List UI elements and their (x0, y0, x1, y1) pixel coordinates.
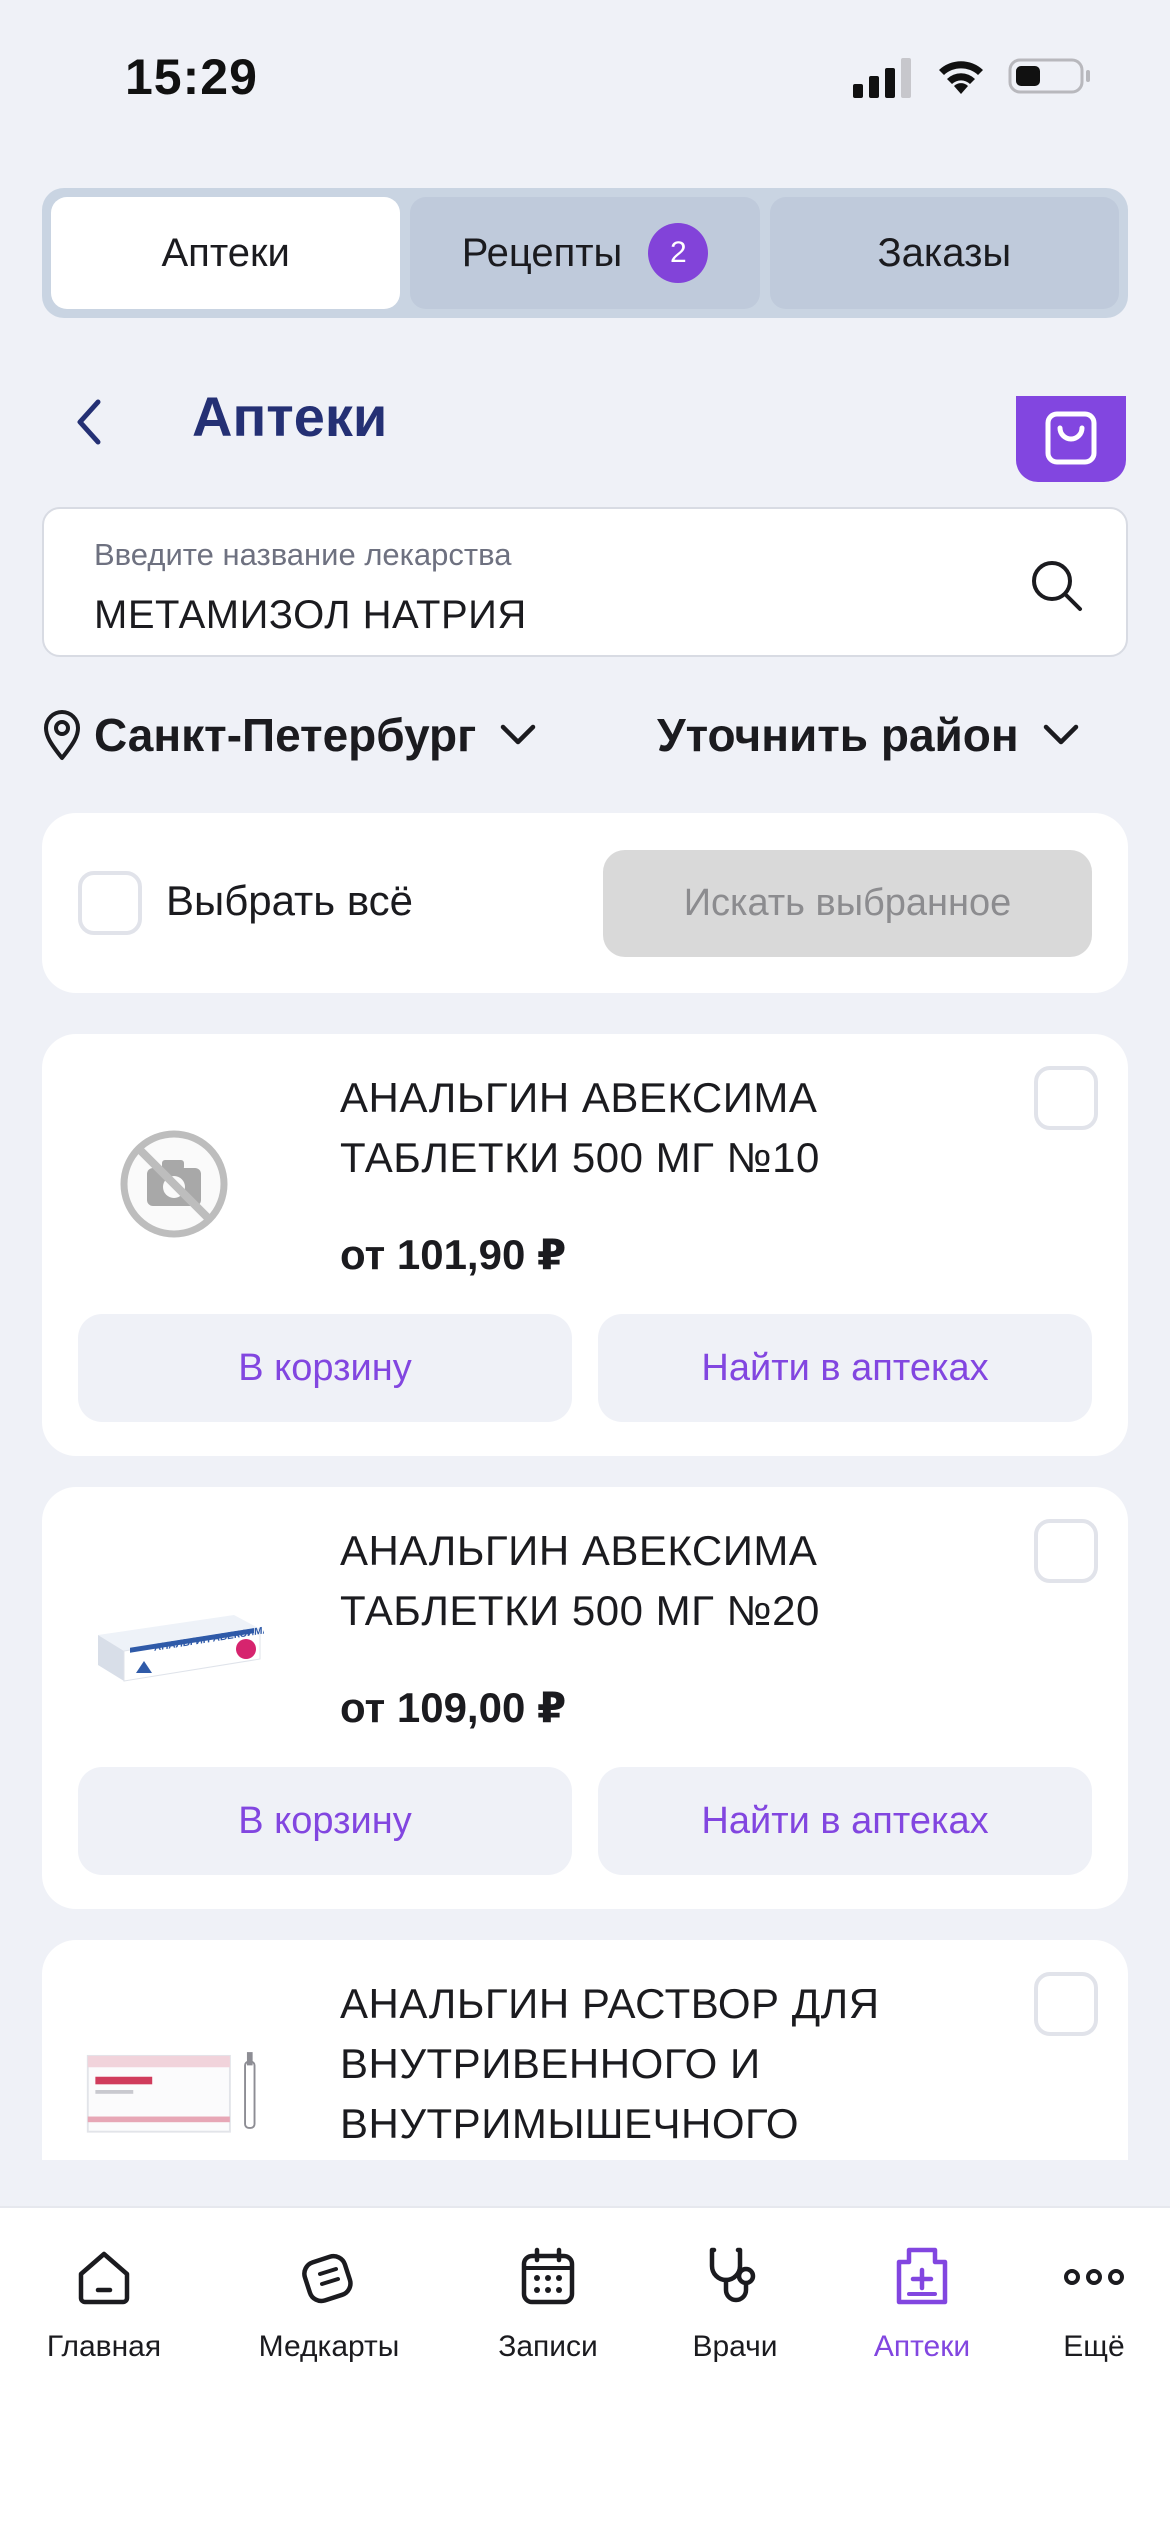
product-name[interactable]: АНАЛЬГИН РАСТВОР ДЛЯ ВНУТРИВЕННОГО И ВНУ… (340, 1974, 980, 2154)
search-selected-button[interactable]: Искать выбранное (603, 850, 1092, 957)
nav-item-more[interactable]: Ещё (1004, 2244, 1170, 2364)
product-price: от 109,00 ₽ (340, 1684, 567, 1731)
nav-label-more: Ещё (1063, 2330, 1125, 2363)
wifi-icon (939, 61, 983, 94)
shopping-bag-icon (1045, 411, 1097, 465)
tab-pharmacies[interactable]: Аптеки (51, 197, 401, 309)
select-all-panel: Выбрать всё Искать выбранное (42, 813, 1128, 993)
nav-item-home[interactable]: Главная (14, 2244, 194, 2364)
product-image (84, 2000, 264, 2180)
calendar-icon (521, 2247, 575, 2305)
tab-prescriptions[interactable]: Рецепты 2 (410, 197, 760, 309)
more-icon (1064, 2269, 1124, 2285)
list-scroll-edge (42, 2160, 1128, 2206)
product-image: АНАЛЬГИН АВЕКСИМА (84, 1547, 264, 1727)
search-icon[interactable] (1028, 557, 1084, 613)
product-price: от 101,90 ₽ (340, 1231, 567, 1278)
ampoule-box-image (86, 2052, 256, 2133)
pharmacy-icon (896, 2247, 948, 2305)
pill-box-image: АНАЛЬГИН АВЕКСИМА (98, 1615, 264, 1682)
chevron-down-icon (1043, 724, 1078, 745)
product-checkbox[interactable] (1034, 1972, 1098, 2036)
select-all-label: Выбрать всё (166, 877, 414, 924)
signal-icon (853, 58, 911, 98)
nav-label-doctors: Врачи (692, 2330, 778, 2363)
add-to-cart-button[interactable]: В корзину (78, 1314, 572, 1422)
status-time: 15:29 (125, 49, 258, 105)
nav-item-medcards[interactable]: Медкарты (239, 2244, 419, 2364)
stethoscope-icon (709, 2247, 756, 2303)
product-checkbox[interactable] (1034, 1519, 1098, 1583)
chevron-down-icon (501, 724, 536, 745)
nav-label-medcards: Медкарты (258, 2330, 400, 2363)
product-name[interactable]: АНАЛЬГИН АВЕКСИМА ТАБЛЕТКИ 500 МГ №10 (340, 1068, 980, 1188)
chevron-left-icon[interactable] (66, 392, 112, 452)
product-card: АНАЛЬГИН АВЕКСИМА АНАЛЬГИН АВЕКСИМА ТАБЛ… (42, 1487, 1128, 1909)
nav-item-appointments[interactable]: Записи (458, 2244, 638, 2364)
add-to-cart-button[interactable]: В корзину (78, 1767, 572, 1875)
product-checkbox[interactable] (1034, 1066, 1098, 1130)
tab-prescriptions-label: Рецепты (461, 230, 623, 275)
search-input[interactable]: МЕТАМИЗОЛ НАТРИЯ (94, 593, 527, 638)
location-pin-icon (44, 710, 80, 760)
select-all-checkbox[interactable] (78, 871, 142, 935)
find-in-pharmacies-button[interactable]: Найти в аптеках (598, 1314, 1092, 1422)
no-photo-icon (120, 1130, 228, 1238)
cart-button[interactable] (1016, 396, 1126, 482)
prescriptions-count-badge: 2 (648, 223, 709, 283)
product-card: АНАЛЬГИН АВЕКСИМА ТАБЛЕТКИ 500 МГ №10 от… (42, 1034, 1128, 1456)
nav-item-doctors[interactable]: Врачи (645, 2244, 825, 2364)
product-name[interactable]: АНАЛЬГИН АВЕКСИМА ТАБЛЕТКИ 500 МГ №20 (340, 1521, 980, 1641)
drug-search-field[interactable]: Введите название лекарства МЕТАМИЗОЛ НАТ… (42, 507, 1128, 657)
section-tabs: Аптеки Рецепты 2 Заказы (42, 188, 1128, 318)
nav-item-pharmacies[interactable]: Аптеки (832, 2244, 1012, 2364)
status-bar: 15:29 (0, 0, 1170, 150)
medcard-icon (302, 2253, 353, 2304)
district-selector[interactable]: Уточнить район (657, 700, 1081, 770)
tab-orders[interactable]: Заказы (769, 197, 1119, 309)
product-image (84, 1094, 264, 1274)
tab-orders-label: Заказы (877, 230, 1012, 275)
nav-label-home: Главная (46, 2330, 162, 2363)
page-title: Аптеки (192, 385, 388, 448)
battery-icon (1008, 58, 1090, 94)
city-label: Санкт-Петербург (94, 709, 477, 761)
nav-label-pharmacies: Аптеки (873, 2330, 971, 2363)
home-icon (78, 2251, 130, 2305)
find-in-pharmacies-button[interactable]: Найти в аптеках (598, 1767, 1092, 1875)
tab-pharmacies-label: Аптеки (161, 230, 290, 275)
district-label: Уточнить район (657, 709, 1019, 761)
nav-label-appointments: Записи (498, 2330, 598, 2363)
city-selector[interactable]: Санкт-Петербург (42, 700, 538, 770)
bottom-nav: Главная Медкарты Записи Врачи Аптеки Ещё (0, 2206, 1170, 2532)
search-placeholder: Введите название лекарства (94, 537, 512, 572)
